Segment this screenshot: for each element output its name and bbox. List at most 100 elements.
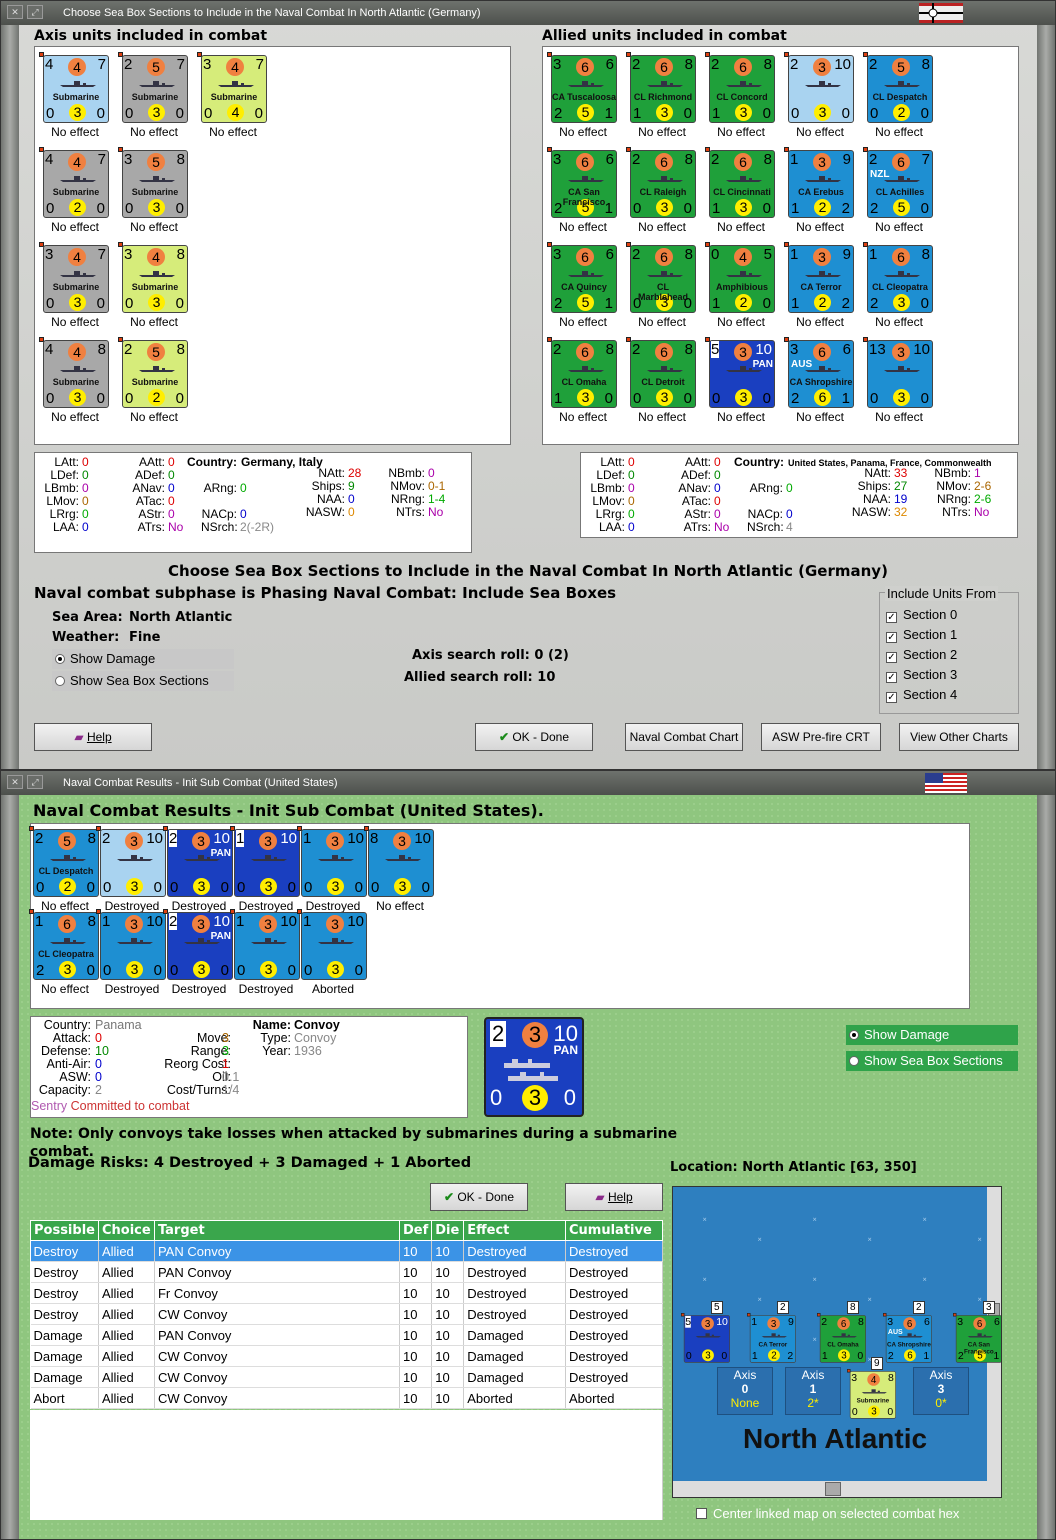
unit-counter[interactable]: 1 3 9 1 2 2 CA Terror No effect: [784, 242, 856, 334]
table-row[interactable]: Abort Allied CW Convoy 10 10 Aborted Aborted: [30, 1387, 663, 1409]
unit-counter[interactable]: 2 5 8 0 2 0 Submarine No effect: [118, 337, 190, 429]
map-unit[interactable]: 5 3 10 0 3 0 5: [681, 1301, 731, 1363]
unit-counter[interactable]: 3 4 7 0 3 0 Submarine No effect: [39, 242, 111, 334]
counter-bottom-right: 1: [923, 1350, 930, 1362]
table-row[interactable]: Destroy Allied PAN Convoy 10 10 Destroyed Dest…: [30, 1261, 663, 1283]
help-button[interactable]: ▰ Help: [34, 723, 152, 751]
table-cell: PAN Convoy: [154, 1324, 400, 1346]
unit-counter[interactable]: 2 6 8 1 3 0 CL Omaha No effect: [547, 337, 619, 429]
section-4-checkbox[interactable]: ✓ Section 4: [886, 687, 957, 703]
unit-counter[interactable]: 1 3 10 0 3 0 Aborted: [297, 909, 369, 1001]
show-damage-radio-2[interactable]: Show Damage: [846, 1025, 1018, 1045]
table-row[interactable]: Destroy Allied Fr Convoy 10 10 Destroyed Destr…: [30, 1282, 663, 1304]
sea-area-label: Sea Area:: [52, 610, 123, 625]
unit-counter[interactable]: 3 6 6 2 5 1 CA Tuscaloosa No effect: [547, 52, 619, 144]
section-3-checkbox[interactable]: ✓ Section 3: [886, 667, 957, 683]
stat-nacp: NACp: 0: [201, 507, 247, 521]
table-row[interactable]: Damage Allied PAN Convoy 10 10 Damaged Destroy…: [30, 1324, 663, 1346]
ship-icon: [831, 1333, 857, 1338]
show-sections-radio[interactable]: Show Sea Box Sections: [52, 671, 234, 691]
counter-top-left: 1: [751, 1315, 758, 1328]
stat-label: LBmb:: [44, 481, 79, 495]
unit-counter[interactable]: 3 5 8 0 3 0 Submarine No effect: [118, 147, 190, 239]
unit-counter[interactable]: 1 3 10 0 3 0 Destroyed: [230, 826, 302, 918]
ok-done-button-2[interactable]: ✔ OK - Done: [430, 1183, 528, 1211]
table-row[interactable]: Destroy Allied PAN Convoy 10 10 Destroyed Dest…: [30, 1240, 663, 1262]
unit-counter[interactable]: 3 6 6 2 5 1 CA San Francisco No effect: [547, 147, 619, 239]
selected-unit-counter[interactable]: 2 3 10 PAN 0 3 0: [484, 1017, 584, 1117]
unit-counter[interactable]: 2 5 7 0 3 0 Submarine No effect: [118, 52, 190, 144]
unit-counter[interactable]: 3 4 8 0 3 0 Submarine: [847, 1369, 897, 1433]
counter-bottom-right: 0: [354, 879, 363, 896]
counter-top-mid: 6: [655, 58, 673, 76]
unit-counter[interactable]: 2 6 8 1 3 0 CL Concord No effect: [705, 52, 777, 144]
unit-counter[interactable]: 2 5 8 0 2 0 CL Despatch No effect: [29, 826, 101, 918]
counter-bottom-right: 0: [721, 1350, 728, 1362]
view-other-charts-button[interactable]: View Other Charts: [899, 723, 1019, 751]
unit-counter[interactable]: 3 6 6 2 6 1 CA Shropshire AUS No effect: [784, 337, 856, 429]
unit-counter[interactable]: 0 4 5 1 2 0 Amphibious No effect: [705, 242, 777, 334]
counter-top-mid: 6: [576, 343, 594, 361]
unit-counter[interactable]: 2 3 10 0 3 0 No effect: [784, 52, 856, 144]
window-titlebar[interactable]: ✕ ⤢ Choose Sea Box Sections to Include in…: [1, 1, 1055, 25]
unit-counter[interactable]: 1 3 10 0 3 0 Destroyed: [96, 909, 168, 1001]
unit-counter[interactable]: 2 3 10 0 3 0 Destroyed: [96, 826, 168, 918]
counter-bottom-right: 1: [841, 390, 850, 407]
help-button-2[interactable]: ▰ Help: [565, 1183, 663, 1211]
unit-counter[interactable]: 1 3 10 0 3 0 Destroyed: [297, 826, 369, 918]
stat-lbmb: LBmb: 0: [585, 481, 634, 495]
unit-counter[interactable]: 13 3 10 0 3 0 No effect: [863, 337, 935, 429]
unit-counter[interactable]: 2 3 10 0 3 0 PAN Destroyed: [163, 826, 235, 918]
unit-counter[interactable]: 2 3 10 0 3 0 PAN Destroyed: [163, 909, 235, 1001]
unit-counter[interactable]: 2 6 7 2 5 0 CL Achilles NZL No effect: [863, 147, 935, 239]
unit-counter[interactable]: 2 6 8 0 3 0 CL Detroit No effect: [626, 337, 698, 429]
unit-counter[interactable]: 3 6 6 2 5 1 CA Quincy No effect: [547, 242, 619, 334]
map-sub-unit[interactable]: 3 4 8 0 3 0 Submarine 9: [847, 1357, 907, 1429]
unit-counter[interactable]: 3 4 7 0 4 0 Submarine No effect: [197, 52, 269, 144]
section-1-checkbox[interactable]: ✓ Section 1: [886, 627, 957, 643]
asw-prefire-crt-button[interactable]: ASW Pre-fire CRT: [761, 723, 881, 751]
unit-counter[interactable]: 2 6 8 1 3 0 CL Richmond No effect: [626, 52, 698, 144]
table-row[interactable]: Destroy Allied CW Convoy 10 10 Destroyed Destr…: [30, 1303, 663, 1325]
naval-combat-chart-button[interactable]: Naval Combat Chart: [625, 723, 743, 751]
unit-counter[interactable]: 4 4 7 0 2 0 Submarine No effect: [39, 147, 111, 239]
resize-icon[interactable]: ⤢: [27, 5, 43, 19]
map-unit[interactable]: 2 6 8 1 3 0 CL Omaha 8: [817, 1301, 867, 1363]
stat-value: No: [714, 520, 730, 534]
unit-counter[interactable]: 4 4 7 0 3 0 Submarine No effect: [39, 52, 111, 144]
hscroll-thumb[interactable]: [825, 1482, 841, 1496]
radio-selected-icon: [849, 1030, 859, 1040]
map-unit[interactable]: 1 3 9 1 2 2 CA Terror 2: [747, 1301, 797, 1363]
window-titlebar[interactable]: ✕ ⤢ Naval Combat Results - Init Sub Comba…: [1, 771, 1055, 795]
counter-bottom-right: 2: [841, 295, 850, 312]
unit-counter[interactable]: 1 6 8 2 3 0 CL Cleopatra No effect: [29, 909, 101, 1001]
close-icon[interactable]: ✕: [7, 5, 23, 19]
section-0-checkbox[interactable]: ✓ Section 0: [886, 607, 957, 623]
map-unit[interactable]: 3 6 6 2 5 1 CA San Francisco 3: [953, 1301, 1001, 1363]
close-icon[interactable]: ✕: [7, 775, 23, 789]
unit-counter[interactable]: 3 4 8 0 3 0 Submarine No effect: [118, 242, 190, 334]
unit-counter[interactable]: 2 6 8 0 3 0 CL Marblehead No effect: [626, 242, 698, 334]
unit-counter[interactable]: 1 3 10 0 3 0 Destroyed: [230, 909, 302, 1001]
center-linked-checkbox[interactable]: Center linked map on selected combat hex: [696, 1506, 959, 1521]
table-row[interactable]: Damage Allied CW Convoy 10 10 Damaged Destroye…: [30, 1345, 663, 1367]
unit-counter[interactable]: 2 5 8 0 2 0 CL Despatch No effect: [863, 52, 935, 144]
table-row[interactable]: Damage Allied CW Convoy 10 10 Damaged Destroye…: [30, 1366, 663, 1388]
unit-counter[interactable]: 1 3 9 1 2 2 CA Erebus No effect: [784, 147, 856, 239]
map-hscrollbar[interactable]: [673, 1481, 1001, 1497]
table-cell: Destroyed: [463, 1303, 566, 1325]
unit-counter[interactable]: 8 3 10 0 3 0 No effect: [364, 826, 436, 918]
show-damage-radio[interactable]: Show Damage: [52, 649, 234, 669]
map-view[interactable]: North Atlantic ˟˟˟˟˟˟˟˟˟˟˟˟˟˟˟˟˟˟5310030…: [672, 1186, 1002, 1498]
section-2-checkbox[interactable]: ✓ Section 2: [886, 647, 957, 663]
unit-counter[interactable]: 2 6 8 1 3 0 CL Cincinnati No effect: [705, 147, 777, 239]
unit-counter[interactable]: 5 3 10 0 3 0 PAN No effect: [705, 337, 777, 429]
map-unit[interactable]: 3 6 6 2 6 1 CA Shropshire AUS 2: [883, 1301, 933, 1363]
unit-counter[interactable]: 2 6 8 0 3 0 CL Raleigh No effect: [626, 147, 698, 239]
counter-top-mid: 3: [701, 1317, 714, 1330]
resize-icon[interactable]: ⤢: [27, 775, 43, 789]
unit-counter[interactable]: 4 4 8 0 3 0 Submarine No effect: [39, 337, 111, 429]
show-sections-radio-2[interactable]: Show Sea Box Sections: [846, 1051, 1018, 1071]
unit-counter[interactable]: 1 6 8 2 3 0 CL Cleopatra No effect: [863, 242, 935, 334]
ok-done-button[interactable]: ✔ OK - Done: [475, 723, 593, 751]
